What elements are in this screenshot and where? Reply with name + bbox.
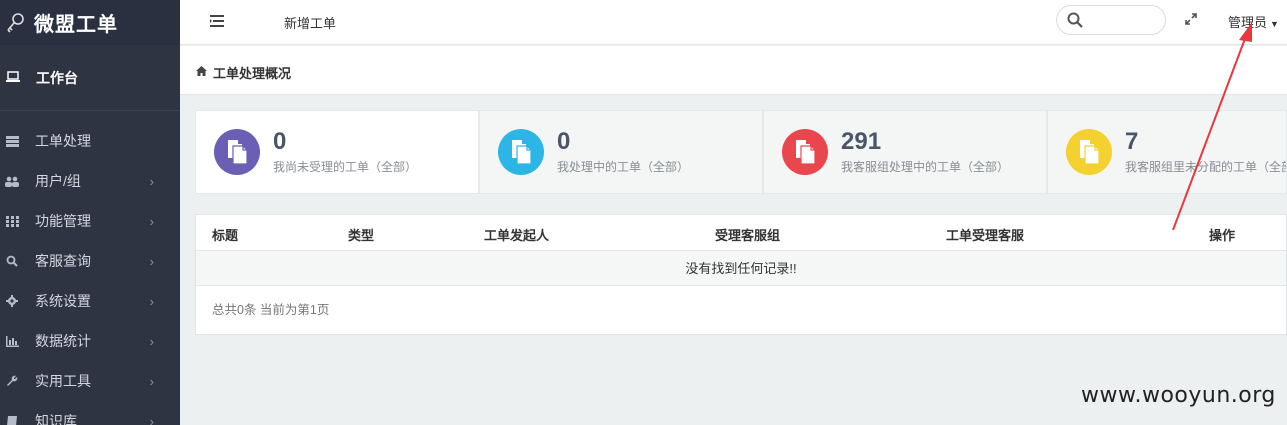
stat-desc: 我尚未受理的工单（全部）	[273, 160, 418, 174]
chevron-right-icon: ›	[149, 333, 154, 349]
chevron-right-icon: ›	[149, 253, 154, 269]
pagination-info: 总共0条 当前为第1页	[212, 303, 330, 317]
chevron-right-icon: ›	[149, 173, 154, 189]
sidebar-item-label: 客服查询	[35, 253, 91, 269]
stat-value: 291	[841, 128, 882, 155]
search-icon	[1067, 12, 1083, 33]
sidebar-item-label: 功能管理	[35, 213, 91, 229]
page-title: 工单处理概况	[213, 66, 292, 81]
menu-toggle-icon[interactable]	[210, 14, 224, 27]
sidebar-item-statistics[interactable]: 数据统计 ›	[0, 321, 180, 361]
stat-desc: 我客服组里未分配的工单（全部）	[1125, 160, 1286, 174]
page-header: 工单处理概况	[180, 46, 1287, 95]
users-icon	[4, 176, 20, 187]
caret-down-icon: ▼	[1270, 19, 1279, 29]
sidebar-item-knowledge[interactable]: 知识库 ›	[0, 401, 180, 425]
sidebar-item-label: 用户/组	[35, 173, 81, 189]
search-input[interactable]	[1056, 5, 1166, 35]
laptop-icon	[6, 70, 24, 85]
stat-card-unaccepted[interactable]: 0 我尚未受理的工单（全部）	[195, 110, 479, 194]
table-header: 标题 类型 工单发起人 受理客服组 工单受理客服 操作	[196, 215, 1286, 251]
book-icon	[4, 415, 20, 425]
sidebar-item-label: 工作台	[36, 69, 78, 86]
chevron-right-icon: ›	[149, 213, 154, 229]
tasks-icon	[4, 135, 20, 147]
sidebar-item-workbench[interactable]: 工作台	[0, 45, 180, 111]
column-header[interactable]: 标题	[212, 225, 238, 244]
user-key-icon	[4, 11, 28, 35]
sidebar-item-tickets[interactable]: 工单处理	[0, 121, 180, 161]
stats-row: 0 我尚未受理的工单（全部） 0 我处理中的工单（全部） 291 我客服组处理中…	[195, 110, 1287, 194]
sidebar-item-label: 知识库	[35, 413, 77, 425]
stat-card-processing[interactable]: 0 我处理中的工单（全部）	[479, 110, 763, 194]
sidebar-item-label: 工单处理	[35, 133, 91, 149]
chevron-right-icon: ›	[149, 413, 154, 425]
watermark: www.wooyun.org	[1081, 383, 1276, 408]
chevron-right-icon: ›	[149, 373, 154, 389]
fullscreen-icon[interactable]	[1185, 13, 1197, 28]
column-header[interactable]: 工单受理客服	[946, 225, 1024, 244]
bar-chart-icon	[4, 335, 20, 347]
admin-user-menu[interactable]: 管理员 ▼	[1228, 12, 1279, 31]
stat-value: 0	[273, 128, 287, 155]
sidebar-item-settings[interactable]: 系统设置 ›	[0, 281, 180, 321]
new-ticket-link[interactable]: 新增工单	[284, 13, 336, 32]
stat-card-group-unassigned[interactable]: 7 我客服组里未分配的工单（全部）	[1047, 110, 1287, 194]
brand-title: 微盟工单	[34, 14, 118, 36]
column-header[interactable]: 受理客服组	[715, 225, 780, 244]
empty-message: 没有找到任何记录!!	[196, 251, 1286, 286]
top-navbar: 新增工单 管理员 ▼	[180, 0, 1287, 45]
sidebar-item-features[interactable]: 功能管理 ›	[0, 201, 180, 241]
tickets-table: 标题 类型 工单发起人 受理客服组 工单受理客服 操作 没有找到任何记录!! 总…	[195, 214, 1287, 335]
admin-label: 管理员	[1228, 15, 1268, 30]
sidebar-item-label: 系统设置	[35, 293, 91, 309]
home-icon	[196, 66, 207, 79]
sidebar-item-cs-query[interactable]: 客服查询 ›	[0, 241, 180, 281]
stat-value: 0	[557, 128, 571, 155]
gear-icon	[4, 295, 20, 307]
sidebar-item-label: 实用工具	[35, 373, 91, 389]
document-icon	[782, 129, 828, 175]
chevron-right-icon: ›	[149, 293, 154, 309]
sidebar-item-label: 数据统计	[35, 333, 91, 349]
column-header[interactable]: 类型	[348, 225, 374, 244]
stat-desc: 我客服组处理中的工单（全部）	[841, 160, 1010, 174]
stat-desc: 我处理中的工单（全部）	[557, 160, 690, 174]
stat-card-group-processing[interactable]: 291 我客服组处理中的工单（全部）	[763, 110, 1047, 194]
breadcrumb: 工单处理概况	[196, 63, 291, 82]
column-header[interactable]: 操作	[1209, 225, 1235, 244]
document-icon	[214, 129, 260, 175]
document-icon	[498, 129, 544, 175]
sidebar-item-tools[interactable]: 实用工具 ›	[0, 361, 180, 401]
wrench-icon	[4, 375, 20, 387]
stat-value: 7	[1125, 128, 1139, 155]
brand[interactable]: 微盟工单	[0, 0, 180, 45]
sidebar-item-users[interactable]: 用户/组 ›	[0, 161, 180, 201]
sidebar: 微盟工单 工作台 工单处理 用户/组 › 功能管理 › 客服查询 › 系统设置	[0, 0, 180, 425]
column-header[interactable]: 工单发起人	[484, 225, 549, 244]
search-icon	[4, 255, 20, 267]
document-icon	[1066, 129, 1112, 175]
grid-icon	[4, 215, 20, 227]
